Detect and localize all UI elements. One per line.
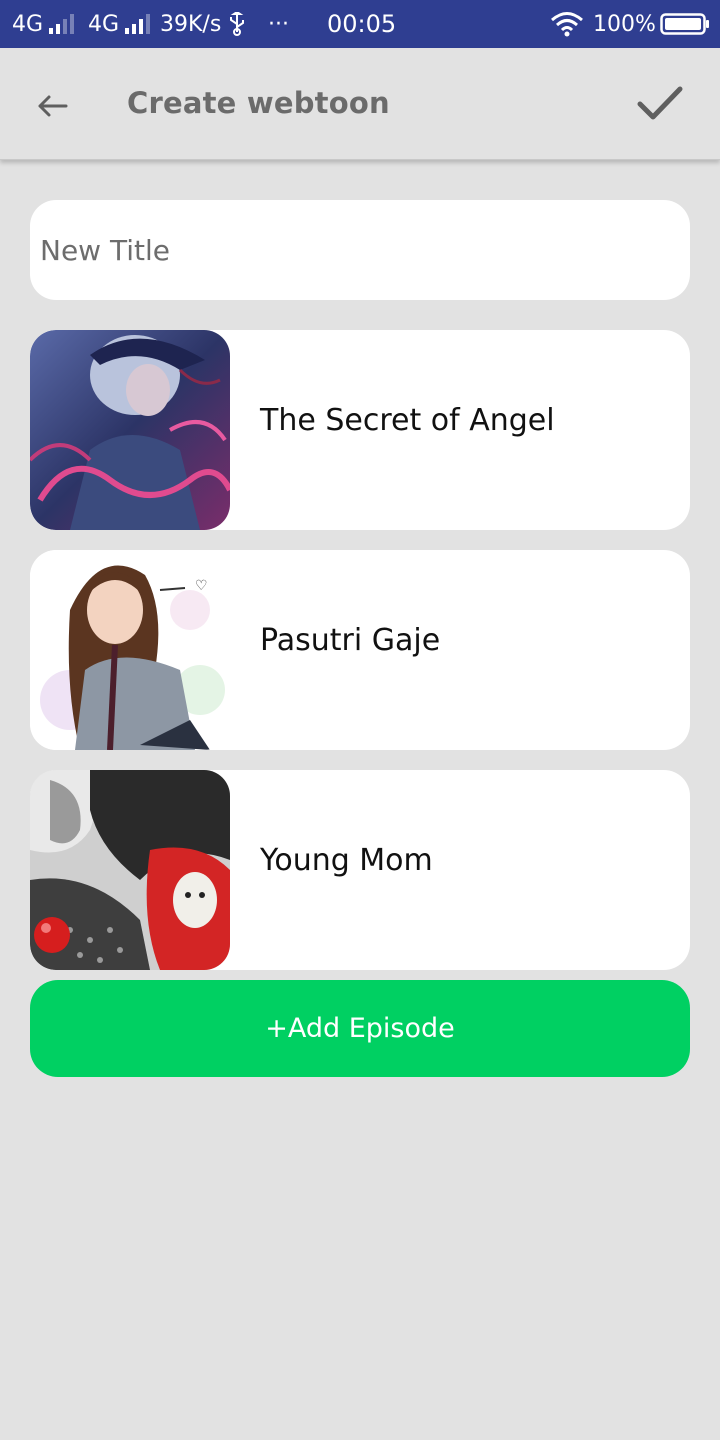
status-bar: 4G 4G 39K/s ··· 00:05 100% bbox=[0, 0, 720, 48]
episode-title: Young Mom bbox=[260, 842, 433, 878]
back-button[interactable] bbox=[30, 84, 74, 128]
episode-card[interactable]: ♡ Pasutri Gaje bbox=[30, 550, 690, 750]
confirm-button[interactable] bbox=[634, 82, 686, 126]
title-field[interactable] bbox=[30, 200, 690, 300]
cover-image: ♡ bbox=[30, 550, 230, 750]
signal-bars-icon bbox=[49, 14, 75, 34]
network-label-1: 4G bbox=[12, 11, 44, 37]
svg-text:♡: ♡ bbox=[195, 578, 208, 594]
check-icon bbox=[637, 86, 683, 120]
network-label-2: 4G bbox=[88, 11, 120, 37]
network-indicator-1: 4G bbox=[12, 0, 75, 48]
more-notifications-icon: ··· bbox=[268, 11, 289, 37]
app-bar: Create webtoon bbox=[0, 48, 720, 160]
cover-image bbox=[30, 330, 230, 530]
title-input[interactable] bbox=[30, 200, 690, 300]
episode-title: Pasutri Gaje bbox=[260, 622, 441, 658]
episode-title: The Secret of Angel bbox=[260, 402, 555, 438]
page-title: Create webtoon bbox=[127, 86, 390, 120]
episode-card[interactable]: Young Mom bbox=[30, 770, 690, 970]
battery-percent: 100% bbox=[593, 11, 656, 37]
arrow-left-icon bbox=[38, 95, 68, 117]
wifi-icon bbox=[550, 0, 584, 48]
usb-icon bbox=[228, 0, 246, 48]
network-indicator-2: 4G bbox=[88, 0, 151, 48]
cover-image bbox=[30, 770, 230, 970]
network-speed: 39K/s bbox=[160, 11, 222, 37]
add-episode-button[interactable]: +Add Episode bbox=[30, 980, 690, 1077]
episode-card[interactable]: The Secret of Angel bbox=[30, 330, 690, 530]
add-episode-label: +Add Episode bbox=[265, 1013, 455, 1044]
clock: 00:05 bbox=[327, 10, 397, 38]
signal-bars-icon bbox=[125, 14, 151, 34]
battery-icon bbox=[660, 0, 710, 48]
